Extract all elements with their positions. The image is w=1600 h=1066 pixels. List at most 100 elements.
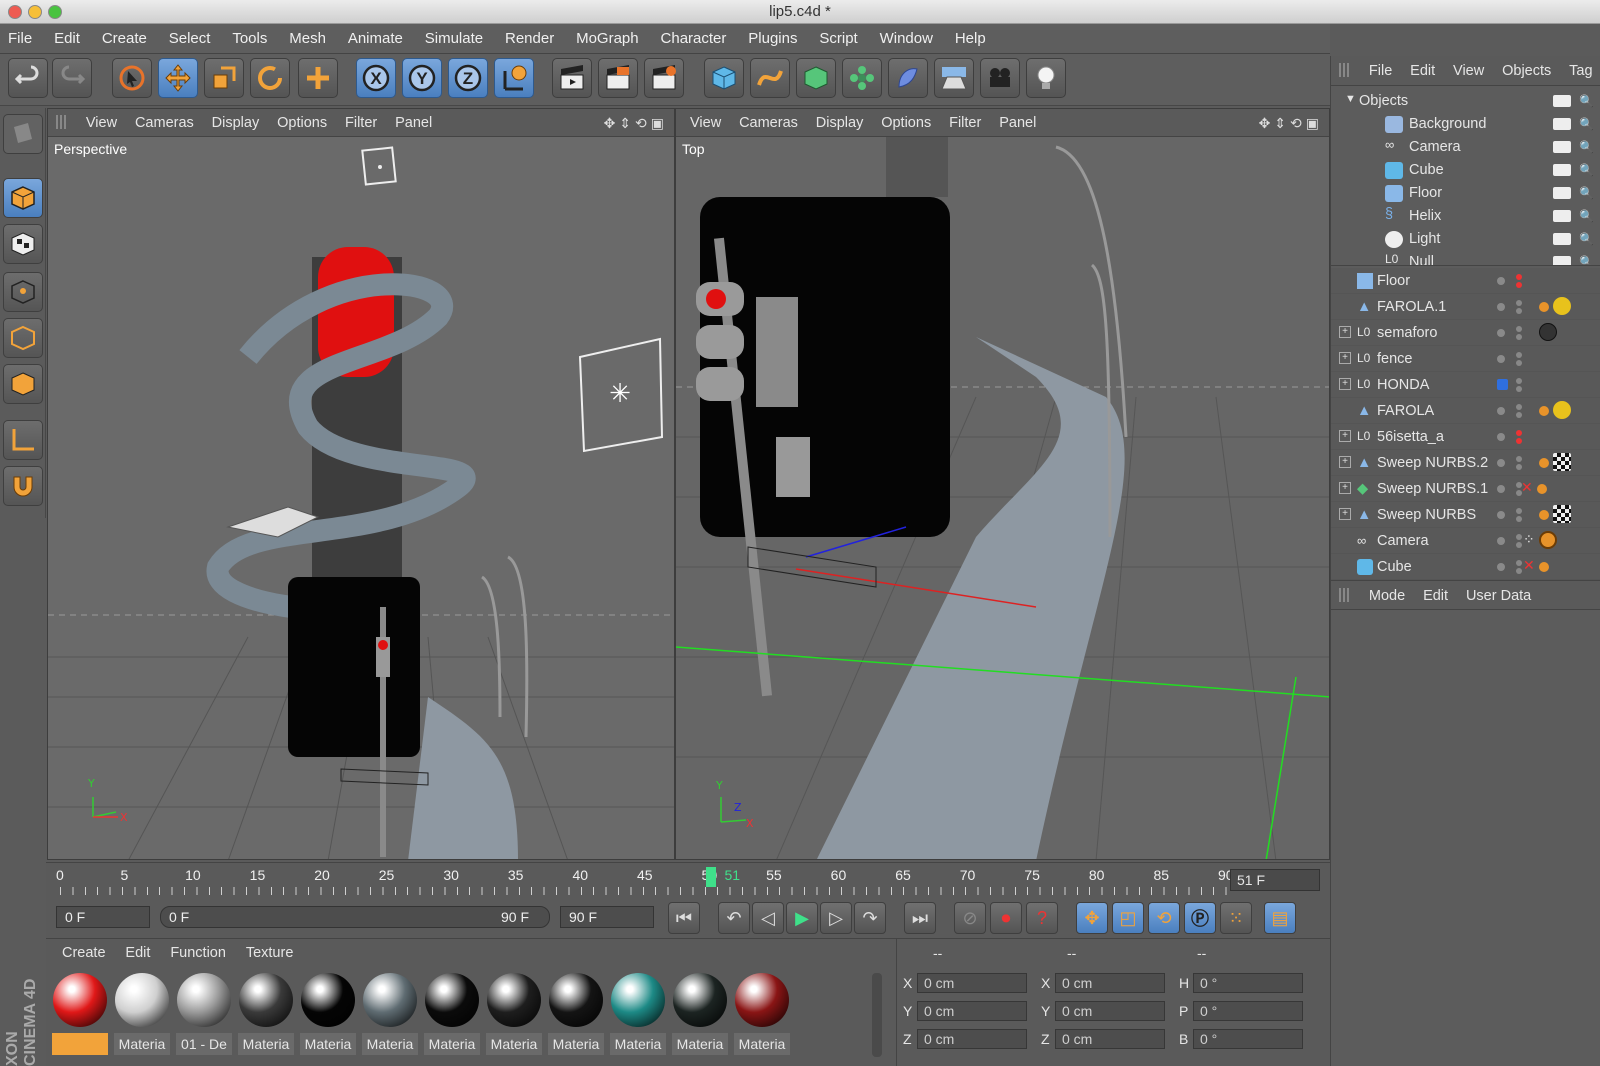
disabled-x-icon[interactable]: ✕ — [1521, 479, 1533, 499]
viewport-menu-cameras[interactable]: Cameras — [739, 115, 798, 131]
material-tag-icon[interactable] — [1553, 401, 1571, 419]
render-visibility-dot[interactable] — [1516, 360, 1522, 366]
live-selection-button[interactable] — [112, 58, 152, 98]
current-frame-marker[interactable] — [706, 867, 717, 887]
autokey-button[interactable]: ⏺ — [990, 902, 1022, 934]
polygons-mode-button[interactable] — [3, 364, 43, 404]
visibility-icon[interactable] — [1553, 164, 1571, 176]
render-visibility-dot[interactable] — [1516, 456, 1522, 462]
render-visibility-dot[interactable] — [1516, 412, 1522, 418]
om-menu-tag[interactable]: Tag — [1569, 63, 1592, 79]
snap-button[interactable] — [3, 466, 43, 506]
editor-visibility-dot[interactable] — [1497, 459, 1505, 467]
viewport-menu-display[interactable]: Display — [816, 115, 864, 131]
viewport-menu-filter[interactable]: Filter — [949, 115, 981, 131]
search-icon[interactable]: 🔍 — [1579, 117, 1594, 131]
viewport-nav-icons[interactable]: ✥⇕⟲▣ — [1259, 115, 1323, 132]
viewport-top[interactable]: View Cameras Display Options Filter Pane… — [675, 108, 1330, 860]
material-swatch[interactable]: Materia — [486, 973, 542, 1063]
checker-material-tag-icon[interactable] — [1553, 505, 1571, 523]
scale-tool-button[interactable] — [204, 58, 244, 98]
current-frame-field[interactable]: 51 F — [1230, 869, 1320, 891]
expand-icon[interactable]: + — [1339, 456, 1351, 468]
hierarchy-row-semaforo[interactable]: + L0 semaforo — [1331, 320, 1600, 346]
menu-create[interactable]: Create — [102, 24, 147, 47]
menu-window[interactable]: Window — [880, 24, 933, 47]
previous-frame-button[interactable]: ◁ — [752, 902, 784, 934]
render-view-button[interactable] — [552, 58, 592, 98]
start-frame-field[interactable]: 0 F — [56, 906, 150, 928]
add-object-button[interactable] — [298, 58, 338, 98]
render-visibility-dot[interactable] — [1516, 334, 1522, 340]
material-swatch[interactable]: 01 - De — [176, 973, 232, 1063]
search-icon[interactable]: 🔍 — [1579, 209, 1594, 223]
expand-icon[interactable]: + — [1339, 378, 1351, 390]
om-menu-edit[interactable]: Edit — [1410, 63, 1435, 79]
om-menu-view[interactable]: View — [1453, 63, 1484, 79]
visibility-icon[interactable] — [1553, 95, 1571, 107]
hierarchy-row-sweep-nurbs[interactable]: + ▲ Sweep NURBS — [1331, 502, 1600, 528]
viewport-menu-options[interactable]: Options — [277, 115, 327, 131]
menu-help[interactable]: Help — [955, 24, 986, 47]
coord-value-field[interactable]: 0 cm — [1055, 1001, 1165, 1021]
coordinate-system-button[interactable] — [494, 58, 534, 98]
timeline-window-button[interactable]: ▤ — [1264, 902, 1296, 934]
mat-menu-edit[interactable]: Edit — [125, 945, 150, 961]
coord-value-field[interactable]: 0 cm — [917, 1029, 1027, 1049]
cube-primitive-button[interactable] — [704, 58, 744, 98]
hierarchy-row-farola-1[interactable]: ▲ FAROLA.1 — [1331, 294, 1600, 320]
hierarchy-row-honda[interactable]: + L0 HONDA — [1331, 372, 1600, 398]
attr-menu-user-data[interactable]: User Data — [1466, 588, 1531, 604]
tree-item-camera[interactable]: ∞ Camera 🔍 — [1331, 136, 1600, 159]
material-swatch[interactable]: Materia — [300, 973, 356, 1063]
visibility-icon[interactable] — [1553, 187, 1571, 199]
hierarchy-row-farola[interactable]: ▲ FAROLA — [1331, 398, 1600, 424]
render-visibility-dot[interactable] — [1516, 274, 1522, 280]
expand-icon[interactable]: + — [1339, 482, 1351, 494]
edges-mode-button[interactable] — [3, 318, 43, 358]
end-frame-field[interactable]: 90 F — [560, 906, 654, 928]
points-mode-button[interactable] — [3, 272, 43, 312]
menu-mograph[interactable]: MoGraph — [576, 24, 639, 47]
visibility-icon[interactable] — [1553, 210, 1571, 222]
y-axis-lock-button[interactable]: Y — [402, 58, 442, 98]
menu-script[interactable]: Script — [819, 24, 857, 47]
editor-visibility-dot[interactable] — [1497, 303, 1505, 311]
protection-tag-icon[interactable] — [1538, 531, 1557, 549]
nurbs-button[interactable] — [796, 58, 836, 98]
material-swatch[interactable]: Materia — [734, 973, 790, 1063]
search-icon[interactable]: 🔍 — [1579, 186, 1594, 200]
coord-value-field[interactable]: 0 cm — [1055, 1029, 1165, 1049]
render-region-button[interactable] — [598, 58, 638, 98]
menu-mesh[interactable]: Mesh — [289, 24, 326, 47]
material-scrollbar[interactable] — [872, 973, 882, 1057]
disabled-x-icon[interactable]: ✕ — [1523, 557, 1535, 577]
go-to-end-button[interactable]: ⏭ — [904, 902, 936, 934]
om-menu-file[interactable]: File — [1369, 63, 1392, 79]
redo-button[interactable] — [52, 58, 92, 98]
visibility-icon[interactable] — [1553, 233, 1571, 245]
viewport-perspective[interactable]: View Cameras Display Options Filter Pane… — [47, 108, 675, 860]
search-icon[interactable]: 🔍 — [1579, 255, 1594, 265]
next-frame-button[interactable]: ▷ — [820, 902, 852, 934]
hierarchy-row-sweep-nurbs-1[interactable]: + ◆ Sweep NURBS.1 ✕ — [1331, 476, 1600, 502]
viewport-menu-filter[interactable]: Filter — [345, 115, 377, 131]
phong-tag-icon[interactable] — [1536, 484, 1547, 494]
render-visibility-dot[interactable] — [1516, 464, 1522, 470]
om-menu-objects[interactable]: Objects — [1502, 63, 1551, 79]
go-to-start-button[interactable]: ⏮ — [668, 902, 700, 934]
editor-visibility-dot[interactable] — [1497, 355, 1505, 363]
hierarchy-row-floor[interactable]: Floor — [1331, 268, 1600, 294]
layer-color-swatch[interactable] — [1497, 379, 1508, 390]
render-visibility-dot[interactable] — [1516, 282, 1522, 288]
viewport-menu-view[interactable]: View — [86, 115, 117, 131]
viewport-menu-view[interactable]: View — [690, 115, 721, 131]
editor-visibility-dot[interactable] — [1497, 485, 1505, 493]
deformer-button[interactable] — [888, 58, 928, 98]
light-button[interactable] — [1026, 58, 1066, 98]
hierarchy-row-cube[interactable]: Cube ✕ — [1331, 554, 1600, 580]
visibility-icon[interactable] — [1553, 118, 1571, 130]
editor-visibility-dot[interactable] — [1497, 277, 1505, 285]
search-icon[interactable]: 🔍 — [1579, 163, 1594, 177]
search-icon[interactable]: 🔍 — [1579, 94, 1594, 108]
